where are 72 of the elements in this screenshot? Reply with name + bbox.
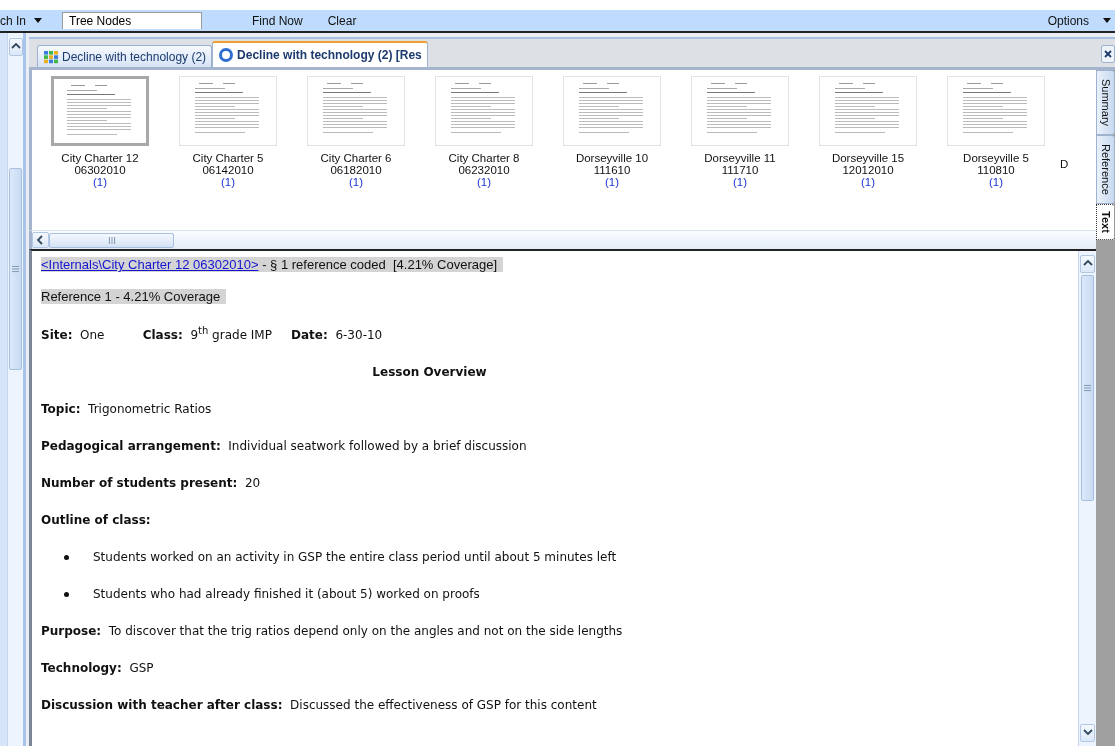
chevron-down-icon — [1082, 728, 1093, 738]
grip-icon — [1084, 384, 1091, 392]
field-text: Pedagogical arrangement: Individual seatwork followed by a brief discussion — [41, 438, 527, 455]
scrollbar[interactable] — [1078, 251, 1096, 746]
reference-count: (1) — [988, 176, 1004, 188]
reference-count: (1) — [476, 176, 492, 188]
thumbnail-name: Dorseyville 5 — [963, 152, 1029, 164]
scroll-down-button[interactable] — [1080, 724, 1095, 742]
thumbnail-name: Dorseyville 15 — [831, 152, 905, 164]
field-text: Outline of class: — [41, 512, 151, 529]
grip-icon — [107, 236, 116, 244]
reference-count: (1) — [220, 176, 236, 188]
source-link[interactable]: <Internals\City Charter 12 06302010> — [41, 257, 259, 272]
reference-count: (1) — [604, 176, 620, 188]
coverage-summary: - § 1 reference coded [4.21% Coverage] — [261, 257, 498, 272]
scroll-left-button[interactable] — [32, 232, 49, 248]
scroll-up-button[interactable] — [1080, 255, 1095, 273]
reference-label: Reference 1 - 4.21% Coverage — [41, 289, 227, 304]
scroll-thumb[interactable] — [9, 168, 22, 370]
thumbnail-date: 111710 — [721, 164, 759, 176]
grip-icon — [12, 265, 19, 273]
thumbnail-name: Dorseyville 10 — [575, 152, 649, 164]
bullet-icon — [64, 591, 69, 597]
bullet-icon — [64, 554, 69, 560]
field-text: Number of students present: 20 — [41, 475, 261, 492]
field-text: Purpose: To discover that the trig ratios depend only on the angles and not on the side lengths — [41, 623, 623, 640]
thumbnail-name: Dorseyville 11 — [704, 152, 776, 164]
document-tab[interactable]: Decline with technology (2) — [37, 45, 213, 67]
thumbnail-name: D — [1060, 158, 1069, 170]
scroll-thumb[interactable] — [1081, 275, 1094, 501]
toolbar-button[interactable]: Clear — [327, 13, 357, 28]
document-tab[interactable]: Decline with technology (2) [Res — [212, 41, 428, 67]
reference-count: (1) — [860, 176, 876, 188]
toolbar-button[interactable]: Find Now — [252, 13, 303, 28]
caret-icon — [1103, 18, 1111, 23]
chevron-left-icon — [35, 235, 46, 245]
search-in-dropdown[interactable]: ch In — [0, 13, 42, 28]
bullet-text: Students worked on an activity in GSP the entire class period until about 5 minutes left — [93, 549, 617, 566]
side-tab[interactable]: Reference — [1096, 135, 1115, 204]
scroll-up-button[interactable] — [8, 38, 23, 56]
bullet-text: Students who had already finished it (about 5) worked on proofs — [93, 586, 480, 603]
thumbnail-date: 06232010 — [458, 164, 510, 176]
search-field[interactable]: Tree Nodes — [62, 12, 202, 29]
thumbnail-name: City Charter 5 — [192, 152, 264, 164]
thumbnail-date: 06142010 — [202, 164, 254, 176]
thumbnail-date: 111610 — [593, 164, 631, 176]
scroll-thumb[interactable] — [49, 232, 174, 248]
section-heading: Lesson Overview — [372, 364, 487, 381]
close-icon — [1104, 50, 1112, 58]
page-thumbnail[interactable] — [51, 76, 149, 146]
reference-count: (1) — [732, 176, 748, 188]
close-button[interactable] — [1101, 45, 1115, 63]
grid-icon — [43, 49, 59, 64]
caret-icon — [34, 18, 42, 23]
thumbnail-name: City Charter 6 — [320, 152, 392, 164]
thumbnail-date: 06182010 — [330, 164, 382, 176]
side-tab[interactable]: Text — [1096, 203, 1115, 240]
field-text: Topic: Trigonometric Ratios — [41, 401, 212, 418]
reference-count: (1) — [92, 176, 108, 188]
reference-count: (1) — [348, 176, 364, 188]
thumbnail-date: 110810 — [977, 164, 1015, 176]
ring-icon — [218, 47, 235, 63]
field-text: Site: One Class: 9$^{th}$ grade IMP Date: 6-30-10 — [41, 326, 383, 344]
thumbnail-date: 12012010 — [842, 164, 894, 176]
thumbnail-name: City Charter 8 — [448, 152, 520, 164]
scrollbar[interactable] — [7, 33, 23, 746]
thumbnail-name: City Charter 12 — [61, 152, 139, 164]
thumbnail-date: 06302010 — [74, 164, 126, 176]
field-text: Discussion with teacher after class: Discussed the effectiveness of GSP for this content — [41, 697, 597, 714]
field-text: Technology: GSP — [41, 660, 154, 677]
options-button[interactable]: Options — [1047, 13, 1111, 28]
side-tab[interactable]: Summary — [1096, 70, 1115, 136]
